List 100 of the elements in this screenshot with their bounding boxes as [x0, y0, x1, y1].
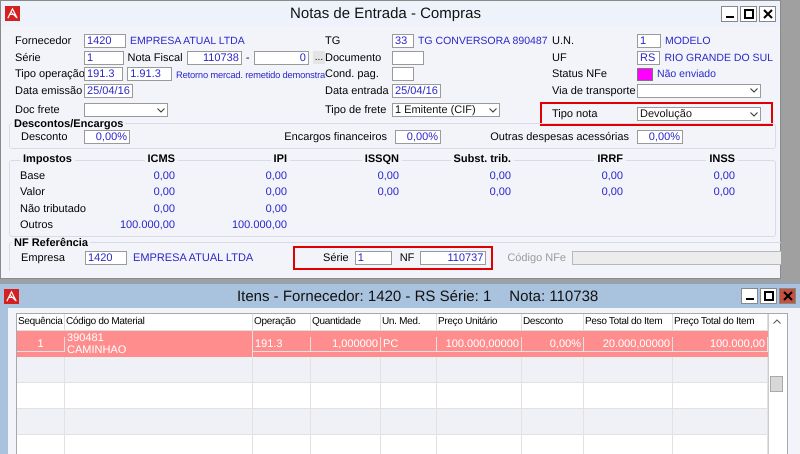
close-button[interactable]: [759, 6, 776, 22]
input-field[interactable]: 110738: [186, 50, 242, 65]
input-field[interactable]: 1420: [84, 34, 126, 48]
input-field[interactable]: 25/04/16: [84, 84, 133, 98]
tax-value: 0,00: [266, 202, 287, 215]
input-field[interactable]: 0,00%: [637, 130, 683, 144]
field-label: UF: [552, 52, 568, 64]
field-value: TG CONVERSORA 890487: [418, 35, 548, 48]
column-header[interactable]: Operação: [253, 314, 311, 330]
dropdown[interactable]: [637, 84, 761, 98]
group-title: Impostos: [20, 152, 75, 168]
input-field[interactable]: 1: [637, 34, 661, 48]
row-label: Outros: [20, 219, 54, 232]
input-field[interactable]: 0,00%: [395, 130, 441, 144]
column-header[interactable]: Desconto: [522, 314, 584, 330]
row-label: Valor: [20, 186, 46, 198]
dropdown[interactable]: [84, 103, 168, 117]
minimize-button[interactable]: [721, 6, 738, 22]
field-value: Não enviado: [657, 68, 716, 80]
table-cell: 191.3: [253, 336, 311, 352]
input-field[interactable]: 25/04/16: [392, 84, 441, 98]
table-cell: PC: [381, 336, 437, 352]
row-label: Base: [20, 170, 46, 182]
tax-value: 0,00: [714, 170, 735, 182]
input-field[interactable]: RS: [637, 50, 660, 65]
tax-value: 0,00: [154, 202, 175, 215]
field-value: EMPRESA ATUAL LTDA: [130, 35, 245, 48]
field-value: MODELO: [665, 35, 711, 48]
input-field[interactable]: 191.3: [84, 67, 124, 82]
chevron-down-icon: [750, 112, 758, 116]
tax-value: 0,00: [154, 170, 175, 182]
field-value: Retorno mercad. remetido demonstra: [176, 68, 325, 80]
maximize-button[interactable]: [740, 6, 757, 22]
field-label: Fornecedor: [15, 35, 72, 48]
close-icon: [782, 291, 792, 301]
tax-value: 0,00: [714, 186, 735, 198]
field-label: Cond. pag.: [325, 68, 380, 80]
table-cell: [381, 357, 437, 383]
input-field[interactable]: [392, 67, 414, 82]
scrollbar[interactable]: [768, 314, 784, 454]
field-value: EMPRESA ATUAL LTDA: [133, 252, 254, 264]
field-label: Desconto: [21, 130, 68, 142]
field-label: Tipo nota: [552, 108, 598, 120]
dropdown[interactable]: Devolução: [637, 107, 761, 121]
field-label: Encargos financeiros: [283, 130, 388, 142]
column-header: ISSQN: [362, 152, 402, 168]
input-field[interactable]: 1420: [85, 250, 127, 264]
field-label: Tipo operação: [15, 68, 84, 80]
chevron-down-icon: [489, 108, 497, 112]
minimize-icon: [746, 298, 754, 300]
table-cell: 100.000,00000: [437, 336, 522, 352]
tax-value: 0,00: [266, 170, 287, 182]
table-cell: [17, 357, 65, 383]
tax-value: 0,00: [490, 170, 511, 182]
column-header[interactable]: Un. Med.: [381, 314, 437, 330]
tax-value: 0,00: [602, 170, 623, 182]
field-label: NF: [400, 252, 414, 264]
column-header[interactable]: Peso Total do Item: [584, 314, 673, 330]
column-header[interactable]: Quantidade: [311, 314, 381, 330]
tax-value: 0,00: [154, 186, 175, 198]
input-field[interactable]: [392, 50, 424, 65]
window-title: Notas de Entrada - Compras: [289, 5, 482, 22]
lookup-button[interactable]: ...: [312, 51, 326, 64]
input-field[interactable]: 0,00%: [84, 130, 130, 144]
field-label: Série: [323, 252, 349, 264]
dropdown[interactable]: 1 Emitente (CIF): [392, 103, 500, 117]
field-label: Tipo de frete: [325, 104, 388, 116]
window-title: Nota: 110738: [509, 288, 600, 304]
column-header[interactable]: Preço Unitário: [437, 314, 522, 330]
input-field[interactable]: 1: [84, 50, 124, 65]
window-title: Itens - Fornecedor: 1420 - RS Série: 1: [237, 288, 492, 304]
input-field[interactable]: 110737: [420, 250, 486, 264]
tax-value: 0,00: [490, 186, 511, 198]
input-field[interactable]: 0: [254, 50, 309, 65]
table-cell: [17, 409, 65, 435]
table-cell: [311, 409, 381, 435]
close-icon: [762, 8, 772, 18]
field-value: RIO GRANDE DO SUL: [664, 52, 773, 64]
input-field[interactable]: 1.91.3: [127, 67, 172, 82]
field-label: Data emissão: [15, 84, 84, 97]
column-header[interactable]: Sequência: [17, 314, 65, 330]
minimize-button[interactable]: [741, 288, 758, 304]
table-cell: 1,000000: [311, 336, 381, 352]
tax-value: 0,00: [378, 186, 399, 198]
scroll-up-icon[interactable]: [772, 319, 780, 324]
scroll-thumb[interactable]: [770, 376, 783, 392]
row-label: Não tributado: [20, 202, 88, 215]
table-cell: [522, 409, 584, 435]
close-button[interactable]: [779, 288, 796, 304]
column-header[interactable]: Código do Material: [65, 314, 253, 330]
input-field[interactable]: 1: [354, 250, 392, 264]
minimize-icon: [726, 16, 734, 18]
field-label: TG: [325, 35, 342, 48]
table-cell: 20.000,00000: [584, 336, 673, 352]
input-field[interactable]: 33: [392, 34, 414, 48]
field-label: Nota Fiscal: [128, 52, 183, 64]
maximize-button[interactable]: [760, 288, 777, 304]
field-label: -: [246, 52, 250, 64]
field-label: Empresa: [21, 252, 66, 264]
app-icon: [5, 6, 20, 21]
